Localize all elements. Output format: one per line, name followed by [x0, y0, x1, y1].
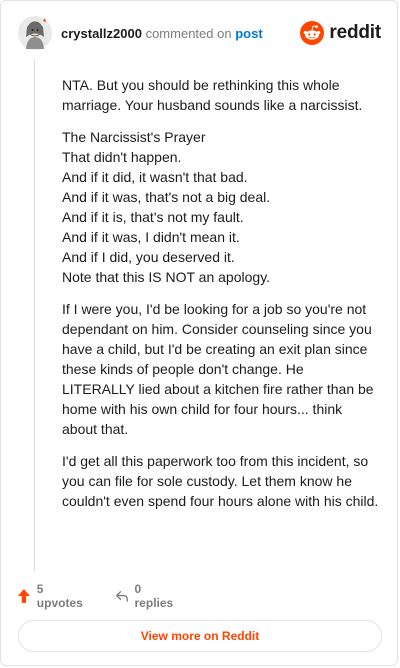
upvote-count: 5 upvotes	[36, 582, 83, 610]
commented-on-text: commented on	[145, 26, 232, 41]
username-link[interactable]: crystallz2000	[61, 26, 142, 41]
thread-line	[34, 59, 35, 571]
reddit-wordmark: reddit	[329, 22, 381, 43]
narcissist-prayer: The Narcissist's Prayer That didn't happ…	[62, 127, 380, 287]
replies-button[interactable]: 0 replies	[115, 582, 176, 610]
comment-embed-card: crystallz2000 commented on post reddit N…	[0, 0, 398, 666]
avatar[interactable]	[17, 15, 53, 51]
prayer-line: And if I did, you deserved it.	[62, 249, 235, 265]
prayer-line: And if it was, I didn't mean it.	[62, 229, 240, 245]
upvote-button[interactable]: 5 upvotes	[17, 582, 85, 610]
prayer-line: And if it is, that's not my fault.	[62, 209, 244, 225]
reddit-logo[interactable]: reddit	[300, 19, 381, 47]
prayer-line: And if it did, it wasn't that bad.	[62, 169, 248, 185]
comment-paragraph-3: I'd get all this paperwork too from this…	[62, 453, 379, 509]
reply-arrow-icon	[116, 591, 128, 602]
comment-paragraph-2: If I were you, I'd be looking for a job …	[62, 301, 374, 437]
post-link[interactable]: post	[235, 26, 262, 41]
prayer-line: That didn't happen.	[62, 149, 182, 165]
prayer-line: Note that this IS NOT an apology.	[62, 269, 271, 285]
comment-meta: crystallz2000 commented on post	[61, 26, 263, 42]
reply-count: 0 replies	[134, 582, 174, 610]
comment-body: NTA. But you should be rethinking this w…	[62, 75, 380, 523]
comment-paragraph-1: NTA. But you should be rethinking this w…	[62, 77, 363, 113]
reddit-logo-icon	[300, 21, 325, 45]
view-more-button[interactable]: View more on Reddit	[18, 620, 382, 652]
prayer-line: And if it was, that's not a big deal.	[62, 189, 271, 205]
prayer-line: The Narcissist's Prayer	[62, 129, 206, 145]
upvote-arrow-icon	[17, 589, 30, 603]
comment-header: crystallz2000 commented on post reddit	[17, 15, 381, 51]
